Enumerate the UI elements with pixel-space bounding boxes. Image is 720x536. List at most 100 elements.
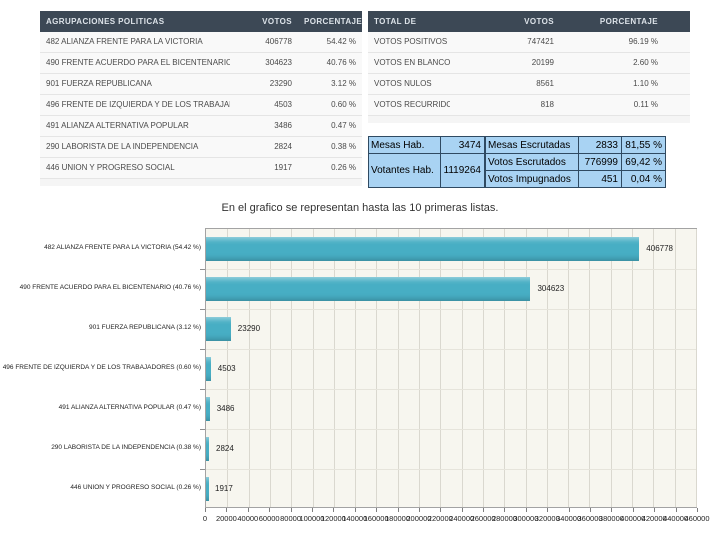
header-porcentaje: PORCENTAJE (298, 11, 362, 32)
table-row: VOTOS RECURRIDOS 818 0.11 % (368, 95, 690, 116)
votos-escrutados-label: Votos Escrutados (486, 154, 579, 171)
gridline (526, 229, 527, 507)
totales-table-body: VOTOS POSITIVOS 747421 96.19 % VOTOS EN … (368, 32, 690, 123)
totales-table-header: TOTAL DE VOTOS PORCENTAJE (368, 11, 690, 32)
pct-cell: 0.38 % (298, 137, 362, 157)
x-tick (526, 508, 527, 512)
category-label: 446 UNION Y PROGRESO SOCIAL (0.26 %) (0, 468, 201, 508)
header-votos: VOTOS (230, 11, 298, 32)
pct-cell: 0.60 % (298, 95, 362, 115)
mesas-hab-value: 3474 (441, 137, 485, 154)
row-separator (206, 469, 696, 470)
votes-cell: 8561 (450, 74, 580, 94)
table-row: 490 FRENTE ACUERDO PARA EL BICENTENARIO … (40, 53, 362, 74)
bar (206, 317, 231, 341)
category-label: 901 FUERZA REPUBLICANA (3.12 %) (0, 308, 201, 348)
row-separator (206, 389, 696, 390)
total-label-cell: VOTOS RECURRIDOS (368, 95, 450, 115)
gridline (249, 229, 250, 507)
x-tick (269, 508, 270, 512)
bar-value: 23290 (238, 309, 260, 349)
gridline (568, 229, 569, 507)
votos-escrutados-value: 776999 (579, 154, 622, 171)
table-row: 901 FUERZA REPUBLICANA 23290 3.12 % (40, 74, 362, 95)
election-results-page: AGRUPACIONES POLITICAS VOTOS PORCENTAJE … (0, 0, 720, 536)
x-tick (633, 508, 634, 512)
category-tick (200, 269, 205, 270)
pct-cell: 2.60 % (580, 53, 690, 73)
x-tick (312, 508, 313, 512)
total-label-cell: VOTOS POSITIVOS (368, 32, 450, 52)
table-row: 491 ALIANZA ALTERNATIVA POPULAR 3486 0.4… (40, 116, 362, 137)
gridline (675, 229, 676, 507)
votes-bar-chart: 482 ALIANZA FRENTE PARA LA VICTORIA (54.… (0, 228, 720, 528)
gridline (589, 229, 590, 507)
x-tick (483, 508, 484, 512)
votes-cell: 818 (450, 95, 580, 115)
gridline (398, 229, 399, 507)
table-row: VOTOS EN BLANCO 20199 2.60 % (368, 53, 690, 74)
votes-cell: 1917 (230, 158, 298, 178)
x-tick (291, 508, 292, 512)
party-name-cell: 491 ALIANZA ALTERNATIVA POPULAR (40, 116, 230, 136)
x-tick (676, 508, 677, 512)
mesas-hab-label: Mesas Hab. (369, 137, 441, 154)
header-agrupaciones: AGRUPACIONES POLITICAS (40, 11, 230, 32)
table-row: 446 UNION Y PROGRESO SOCIAL 1917 0.26 % (40, 158, 362, 179)
votes-cell: 304623 (230, 53, 298, 73)
votos-impugnados-pct: 0,04 % (622, 171, 666, 188)
category-tick (200, 389, 205, 390)
header-total-de: TOTAL DE (368, 11, 450, 32)
category-label: 490 FRENTE ACUERDO PARA EL BICENTENARIO … (0, 268, 201, 308)
votantes-hab-value: 1119264 (441, 154, 485, 188)
mesas-escrutadas-value: 2833 (579, 137, 622, 154)
bar-value: 3486 (217, 389, 235, 429)
gridline (504, 229, 505, 507)
gridline (355, 229, 356, 507)
party-name-cell: 496 FRENTE DE IZQUIERDA Y DE LOS TRABAJA… (40, 95, 230, 115)
row-separator (206, 269, 696, 270)
gridline (313, 229, 314, 507)
bar-value: 406778 (646, 229, 673, 269)
party-name-cell: 901 FUERZA REPUBLICANA (40, 74, 230, 94)
gridline (611, 229, 612, 507)
gridline (632, 229, 633, 507)
agrupaciones-table-header: AGRUPACIONES POLITICAS VOTOS PORCENTAJE (40, 11, 362, 32)
table-row: 290 LABORISTA DE LA INDEPENDENCIA 2824 0… (40, 137, 362, 158)
x-tick (333, 508, 334, 512)
header-votos: VOTOS (450, 11, 580, 32)
category-tick (200, 429, 205, 430)
x-tick (398, 508, 399, 512)
x-tick (440, 508, 441, 512)
votos-impugnados-value: 451 (579, 171, 622, 188)
gridline (334, 229, 335, 507)
x-tick (547, 508, 548, 512)
x-tick (697, 508, 698, 512)
gridline (483, 229, 484, 507)
pct-cell: 0.11 % (580, 95, 690, 115)
row-separator (206, 349, 696, 350)
agrupaciones-table: AGRUPACIONES POLITICAS VOTOS PORCENTAJE … (40, 11, 362, 186)
row-separator (206, 429, 696, 430)
x-tick (590, 508, 591, 512)
party-name-cell: 490 FRENTE ACUERDO PARA EL BICENTENARIO (40, 53, 230, 73)
gridline (440, 229, 441, 507)
category-label: 290 LABORISTA DE LA INDEPENDENCIA (0.38 … (0, 428, 201, 468)
x-tick (611, 508, 612, 512)
table-row: VOTOS NULOS 8561 1.10 % (368, 74, 690, 95)
bar-value: 2824 (216, 429, 234, 469)
x-axis: 0200004000060000800001000001200001400001… (205, 508, 697, 528)
agrupaciones-table-body: 482 ALIANZA FRENTE PARA LA VICTORIA 4067… (40, 32, 362, 186)
gridline (270, 229, 271, 507)
pct-cell: 96.19 % (580, 32, 690, 52)
summary-tables: Mesas Hab. 3474 Votantes Hab. 1119264 Me… (368, 136, 666, 188)
x-tick-label: 80000 (280, 514, 301, 523)
bar (206, 237, 639, 261)
x-tick (504, 508, 505, 512)
x-tick (376, 508, 377, 512)
pct-cell: 54.42 % (298, 32, 362, 52)
gridline (291, 229, 292, 507)
gridline (696, 229, 697, 507)
votos-impugnados-label: Votos Impugnados (486, 171, 579, 188)
mesas-escrutadas-pct: 81,55 % (622, 137, 666, 154)
